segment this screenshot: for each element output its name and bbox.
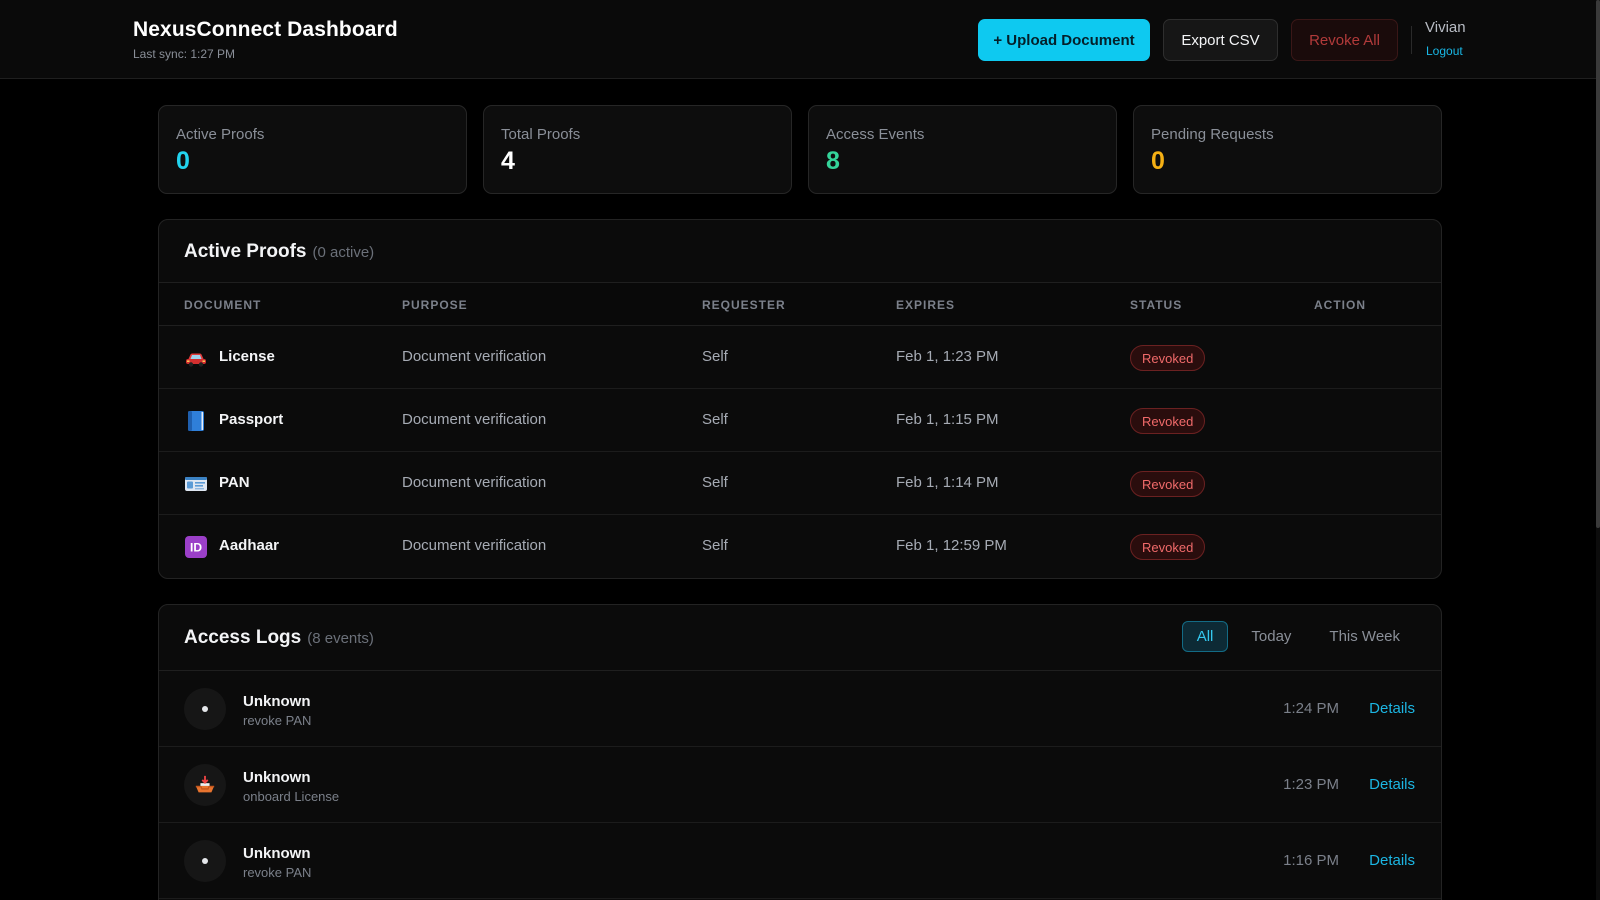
status-badge: Revoked	[1130, 534, 1206, 560]
column-header-document: DOCUMENT	[184, 298, 262, 312]
purpose-cell: Document verification	[402, 348, 547, 365]
dot-icon	[184, 840, 226, 882]
column-header-status: STATUS	[1130, 298, 1183, 312]
dot-icon	[184, 688, 226, 730]
document-name: License	[219, 348, 275, 365]
access-logs-title: Access Logs (8 events)	[184, 627, 374, 649]
stat-card-pending-requests: Pending Requests 0	[1133, 105, 1442, 194]
access-logs-panel: Access Logs (8 events) All Today This Wee…	[158, 604, 1442, 900]
log-action: revoke PAN	[243, 713, 312, 728]
log-actor: Unknown	[243, 693, 311, 710]
last-sync-text: Last sync: 1:27 PM	[133, 47, 236, 61]
id-card-icon	[184, 472, 208, 496]
id-button-icon: ID	[184, 535, 208, 559]
brand: NexusConnect Dashboard Last sync: 1:27 P…	[133, 18, 398, 61]
expires-cell: Feb 1, 1:15 PM	[896, 411, 999, 428]
requester-cell: Self	[702, 411, 728, 428]
column-header-purpose: PURPOSE	[402, 298, 468, 312]
status-badge: Revoked	[1130, 471, 1206, 497]
expires-cell: Feb 1, 1:14 PM	[896, 474, 999, 491]
details-link[interactable]: Details	[1369, 776, 1415, 793]
log-entry: Unknown revoke PAN 1:16 PM Details	[159, 823, 1441, 899]
blue-book-icon	[184, 409, 208, 433]
stat-value: 0	[176, 147, 190, 175]
log-time: 1:24 PM	[1283, 700, 1339, 717]
inbox-tray-icon	[184, 764, 226, 806]
column-header-action: ACTION	[1314, 298, 1366, 312]
log-action: revoke PAN	[243, 865, 312, 880]
logout-link[interactable]: Logout	[1426, 44, 1463, 58]
stat-card-access-events: Access Events 8	[808, 105, 1117, 194]
column-header-expires: EXPIRES	[896, 298, 956, 312]
table-row: PAN Document verification Self Feb 1, 1:…	[159, 452, 1441, 515]
stat-card-active-proofs: Active Proofs 0	[158, 105, 467, 194]
log-action: onboard License	[243, 789, 340, 804]
active-proofs-panel: Active Proofs (0 active) DOCUMENT PURPOSE…	[158, 219, 1442, 579]
id-icon-text: ID	[190, 541, 202, 555]
status-badge: Revoked	[1130, 408, 1206, 434]
stat-label: Access Events	[826, 126, 925, 143]
stat-value: 8	[826, 147, 840, 175]
active-proofs-header: Active Proofs (0 active)	[159, 220, 1441, 283]
active-proofs-title: Active Proofs (0 active)	[184, 241, 374, 263]
scrollbar-thumb[interactable]	[1596, 0, 1600, 528]
log-actor: Unknown	[243, 769, 311, 786]
filter-this-week[interactable]: This Week	[1314, 621, 1415, 652]
stat-label: Pending Requests	[1151, 126, 1274, 143]
stat-value: 0	[1151, 147, 1165, 175]
column-header-requester: REQUESTER	[702, 298, 786, 312]
upload-document-button[interactable]: + Upload Document	[978, 19, 1150, 61]
panel-title-text: Active Proofs	[184, 241, 307, 262]
log-time: 1:23 PM	[1283, 776, 1339, 793]
table-header: DOCUMENT PURPOSE REQUESTER EXPIRES STATU…	[159, 283, 1441, 326]
log-actor: Unknown	[243, 845, 311, 862]
requester-cell: Self	[702, 474, 728, 491]
filter-today[interactable]: Today	[1236, 621, 1306, 652]
details-link[interactable]: Details	[1369, 852, 1415, 869]
events-count: (8 events)	[307, 630, 374, 647]
document-name: Aadhaar	[219, 537, 280, 554]
requester-cell: Self	[702, 348, 728, 365]
log-time: 1:16 PM	[1283, 852, 1339, 869]
top-bar: NexusConnect Dashboard Last sync: 1:27 P…	[0, 0, 1596, 79]
panel-title-text: Access Logs	[184, 627, 302, 648]
document-name: Passport	[219, 411, 284, 428]
revoke-all-button[interactable]: Revoke All	[1291, 19, 1398, 61]
active-count: (0 active)	[312, 244, 375, 261]
car-icon	[184, 346, 208, 370]
document-name: PAN	[219, 474, 250, 491]
table-row: ID Aadhaar Document verification Self Fe…	[159, 515, 1441, 578]
page-title: NexusConnect Dashboard	[133, 18, 398, 41]
stat-value: 4	[501, 147, 515, 175]
stat-card-total-proofs: Total Proofs 4	[483, 105, 792, 194]
table-row: Passport Document verification Self Feb …	[159, 389, 1441, 452]
stat-label: Active Proofs	[176, 126, 265, 143]
purpose-cell: Document verification	[402, 411, 547, 428]
header-divider	[1411, 26, 1412, 54]
scrollbar-track[interactable]	[1596, 0, 1600, 900]
user-name: Vivian	[1425, 19, 1466, 36]
access-logs-header: Access Logs (8 events) All Today This Wee…	[159, 605, 1441, 671]
log-entry: Unknown onboard License 1:23 PM Details	[159, 747, 1441, 823]
requester-cell: Self	[702, 537, 728, 554]
purpose-cell: Document verification	[402, 537, 547, 554]
table-row: License Document verification Self Feb 1…	[159, 326, 1441, 389]
log-entry: Unknown revoke PAN 1:24 PM Details	[159, 671, 1441, 747]
stat-label: Total Proofs	[501, 126, 581, 143]
export-csv-button[interactable]: Export CSV	[1163, 19, 1278, 61]
log-filters: All Today This Week	[1181, 621, 1415, 652]
expires-cell: Feb 1, 1:23 PM	[896, 348, 999, 365]
status-badge: Revoked	[1130, 345, 1206, 371]
filter-all[interactable]: All	[1181, 621, 1229, 652]
expires-cell: Feb 1, 12:59 PM	[896, 537, 1007, 554]
details-link[interactable]: Details	[1369, 700, 1415, 717]
purpose-cell: Document verification	[402, 474, 547, 491]
